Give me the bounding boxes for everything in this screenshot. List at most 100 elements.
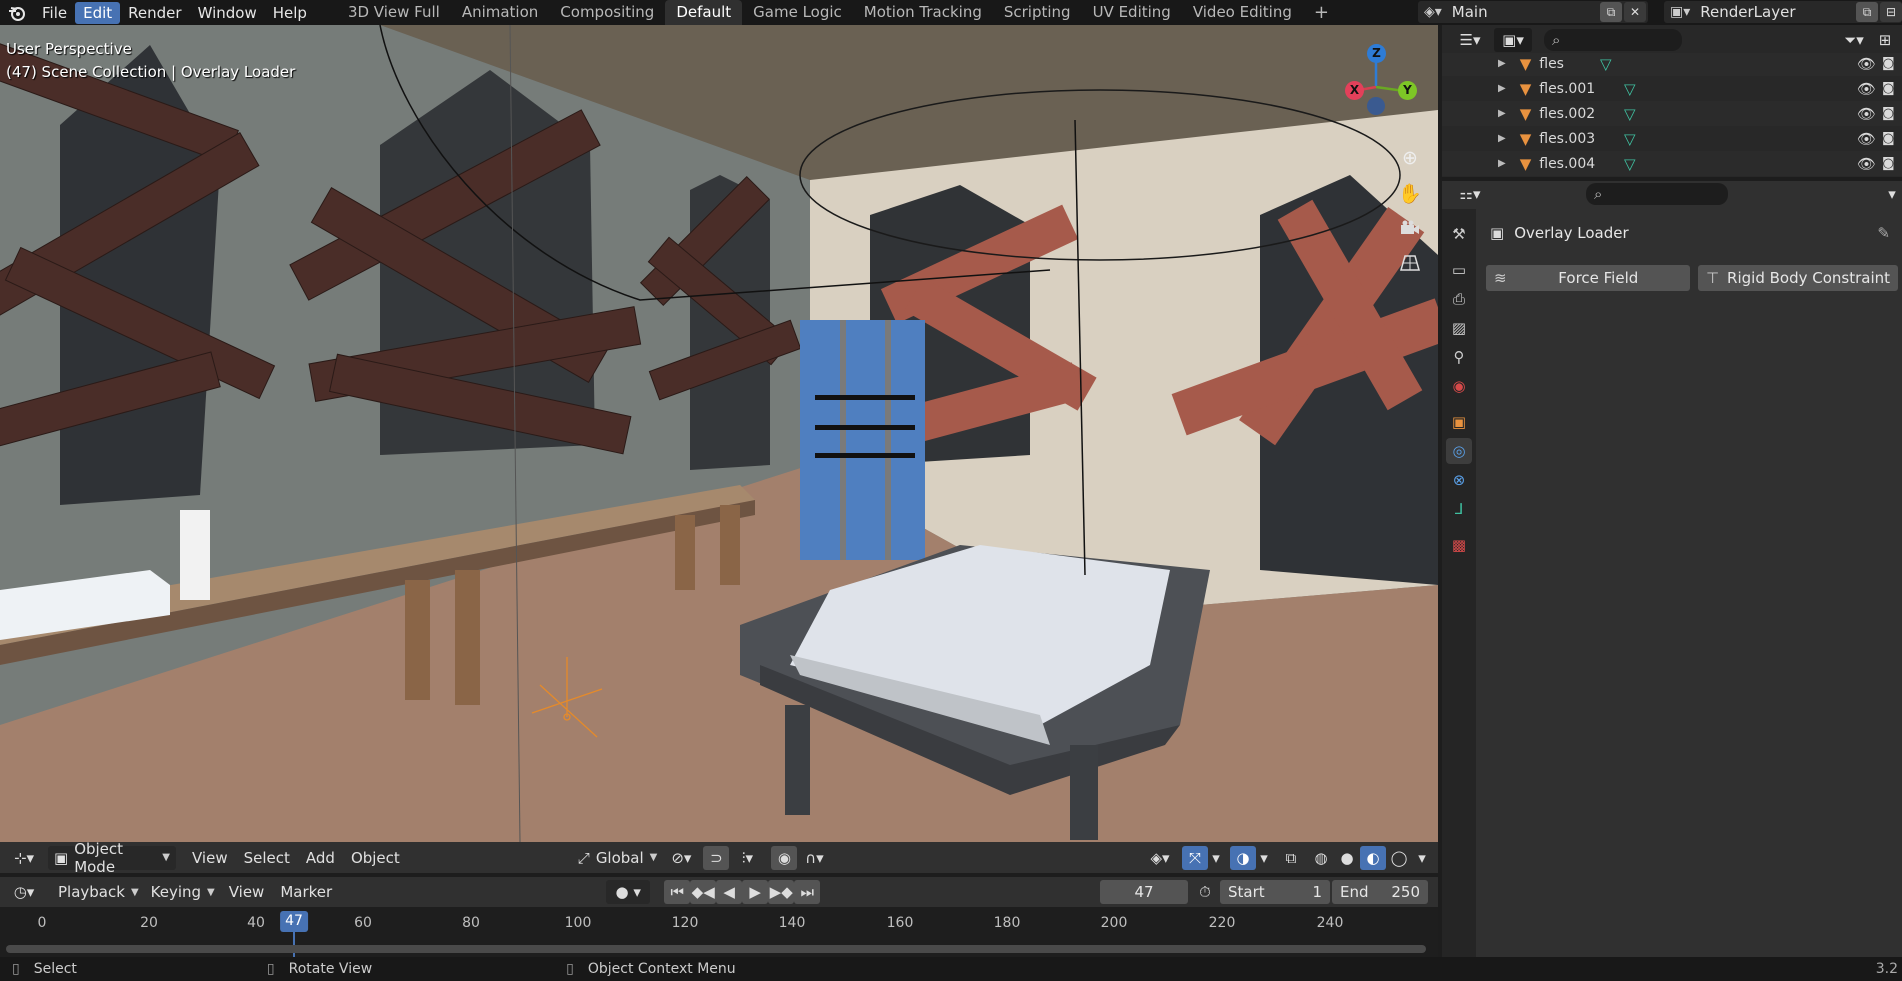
copy-view-layer-button[interactable]: ⧉ <box>1856 2 1878 22</box>
mesh-data-icon[interactable]: ▽ <box>1624 130 1636 148</box>
outliner-search-input[interactable]: ⌕ <box>1544 29 1682 51</box>
list-item[interactable]: ▶ ▼ fles.001 ▽ 👁 ◙ <box>1442 76 1902 101</box>
render-camera-icon[interactable]: ◙ <box>1882 131 1895 146</box>
add-workspace-button[interactable]: + <box>1303 0 1340 25</box>
overlay-toggle-icon[interactable]: ◑ <box>1230 845 1256 870</box>
eye-icon[interactable]: 👁 <box>1857 55 1876 73</box>
physics-tab-icon[interactable]: ◎ <box>1446 438 1472 464</box>
auto-keying-icon[interactable]: ● ▾ <box>606 880 651 904</box>
mesh-data-icon[interactable]: ▽ <box>1624 80 1636 98</box>
menu-add[interactable]: Add <box>298 846 343 870</box>
overlay-dropdown-icon[interactable]: ▾ <box>1256 846 1272 870</box>
expand-arrow-icon[interactable]: ▶ <box>1498 58 1506 69</box>
wireframe-shading-icon[interactable]: ◍ <box>1308 846 1334 870</box>
filter-icon[interactable]: ⏷▾ <box>1836 28 1872 52</box>
jump-start-icon[interactable]: ⏮ <box>664 880 691 904</box>
scene-selector[interactable]: ◈▾ Main ⧉ ✕ <box>1418 1 1648 23</box>
proportional-editing-icon[interactable]: ◉ <box>771 845 798 870</box>
menu-select[interactable]: Select <box>236 846 298 870</box>
play-reverse-icon[interactable]: ◀ <box>716 880 743 904</box>
tab-default[interactable]: Default <box>665 0 743 25</box>
editor-type-icon[interactable]: ⊹▾ <box>6 846 42 870</box>
gizmo-x-axis[interactable]: X <box>1345 81 1364 100</box>
rendered-shading-icon[interactable]: ◯ <box>1386 846 1412 870</box>
menu-help[interactable]: Help <box>265 2 315 24</box>
tab-motion-tracking[interactable]: Motion Tracking <box>853 0 993 25</box>
object-tab-icon[interactable]: ▣ <box>1446 409 1472 435</box>
list-item[interactable]: ▶ ▼ fles ▽ 👁 ◙ <box>1442 53 1902 76</box>
delete-scene-button[interactable]: ✕ <box>1624 2 1646 22</box>
start-frame-field[interactable]: Start 1 <box>1220 880 1330 904</box>
expand-arrow-icon[interactable]: ▶ <box>1498 108 1506 119</box>
mesh-data-icon[interactable]: ▽ <box>1624 105 1636 123</box>
mode-dropdown[interactable]: ▣ Object Mode ▼ <box>48 840 176 876</box>
timeline-scrollbar[interactable] <box>6 945 1426 953</box>
world-tab-icon[interactable]: ◉ <box>1446 373 1472 399</box>
gizmo-y-axis[interactable]: Y <box>1398 81 1417 100</box>
texture-tab-icon[interactable]: ▩ <box>1446 532 1472 558</box>
display-mode-icon[interactable]: ▣▾ <box>1494 28 1532 52</box>
gizmo-toggle-icon[interactable]: ⤧ <box>1182 845 1208 870</box>
playhead-frame-indicator[interactable]: 47 <box>280 911 308 932</box>
rigid-body-constraint-button[interactable]: ⊤ Rigid Body Constraint <box>1698 265 1898 291</box>
tab-3d-view-full[interactable]: 3D View Full <box>337 0 451 25</box>
eye-icon[interactable]: 👁 <box>1857 80 1876 98</box>
eye-icon[interactable]: 👁 <box>1857 155 1876 173</box>
render-tab-icon[interactable]: ▭ <box>1446 257 1472 283</box>
tool-tab-icon[interactable]: ⚒ <box>1446 221 1472 247</box>
3d-viewport[interactable]: User Perspective (47) Scene Collection |… <box>0 25 1438 842</box>
snap-target-icon[interactable]: ⫶▾ <box>729 846 765 870</box>
copy-scene-button[interactable]: ⧉ <box>1600 2 1622 22</box>
tab-scripting[interactable]: Scripting <box>993 0 1082 25</box>
eye-icon[interactable]: 👁 <box>1857 130 1876 148</box>
pin-icon[interactable]: ✎ <box>1877 224 1890 242</box>
xray-toggle-icon[interactable]: ⧉ <box>1278 846 1304 870</box>
render-camera-icon[interactable]: ◙ <box>1882 81 1895 96</box>
gizmo-z-axis[interactable]: Z <box>1367 44 1386 63</box>
scene-tab-icon[interactable]: ⚲ <box>1446 344 1472 370</box>
visibility-icon[interactable]: ◈▾ <box>1142 846 1178 870</box>
shading-dropdown-icon[interactable]: ▾ <box>1412 846 1432 870</box>
jump-end-icon[interactable]: ⏭ <box>794 880 821 904</box>
end-frame-field[interactable]: End 250 <box>1332 880 1428 904</box>
timeline-editor-type-icon[interactable]: ◷▾ <box>6 880 42 904</box>
properties-editor-type-icon[interactable]: ⚏▾ <box>1452 182 1488 206</box>
menu-view[interactable]: View <box>184 846 236 870</box>
camera-view-icon[interactable] <box>1395 213 1425 243</box>
properties-options-icon[interactable]: ▾ <box>1884 182 1900 206</box>
expand-arrow-icon[interactable]: ▶ <box>1498 158 1506 169</box>
outliner-editor-type-icon[interactable]: ☰▾ <box>1452 28 1488 52</box>
list-item[interactable]: ▶ ▼ fles.002 ▽ 👁 ◙ <box>1442 101 1902 126</box>
gizmo-dropdown-icon[interactable]: ▾ <box>1208 846 1224 870</box>
blender-logo-icon[interactable] <box>0 0 34 25</box>
pan-hand-icon[interactable]: ✋ <box>1395 178 1425 208</box>
pivot-point-icon[interactable]: ⊘▾ <box>663 846 699 870</box>
perspective-grid-icon[interactable] <box>1395 248 1425 278</box>
menu-edit[interactable]: Edit <box>75 1 121 24</box>
timeline-menu-view[interactable]: View <box>221 880 273 904</box>
menu-render[interactable]: Render <box>120 2 189 24</box>
eye-icon[interactable]: 👁 <box>1857 105 1876 123</box>
tab-game-logic[interactable]: Game Logic <box>742 0 853 25</box>
orientation-dropdown[interactable]: ⤢ Global ▼ <box>572 846 664 870</box>
tab-video-editing[interactable]: Video Editing <box>1182 0 1303 25</box>
add-view-layer-button[interactable]: ⊟ <box>1880 2 1902 22</box>
menu-file[interactable]: File <box>34 2 75 24</box>
force-field-button[interactable]: ≋ Force Field <box>1486 265 1690 291</box>
current-frame-field[interactable]: 47 <box>1100 880 1188 904</box>
zoom-icon[interactable]: ⊕ <box>1395 143 1425 173</box>
constraints-tab-icon[interactable]: ⊗ <box>1446 467 1472 493</box>
expand-arrow-icon[interactable]: ▶ <box>1498 83 1506 94</box>
snap-toggle-icon[interactable]: ⊃ <box>703 845 730 870</box>
timeline-area[interactable]: 0 20 40 60 80 100 120 140 160 180 200 22… <box>0 907 1438 957</box>
data-tab-icon[interactable]: ⅃ <box>1446 496 1472 522</box>
mesh-data-icon[interactable]: ▽ <box>1624 155 1636 173</box>
render-camera-icon[interactable]: ◙ <box>1882 106 1895 121</box>
view-layer-selector[interactable]: ▣▾ RenderLayer ⧉ ⊟ <box>1664 1 1902 23</box>
playback-dropdown[interactable]: Playback ▼ <box>52 880 145 904</box>
play-icon[interactable]: ▶ <box>742 880 769 904</box>
list-item[interactable]: ▶ ▼ fles.004 ▽ 👁 ◙ <box>1442 151 1902 176</box>
tab-uv-editing[interactable]: UV Editing <box>1082 0 1182 25</box>
render-camera-icon[interactable]: ◙ <box>1882 56 1895 71</box>
timeline-menu-marker[interactable]: Marker <box>272 880 340 904</box>
